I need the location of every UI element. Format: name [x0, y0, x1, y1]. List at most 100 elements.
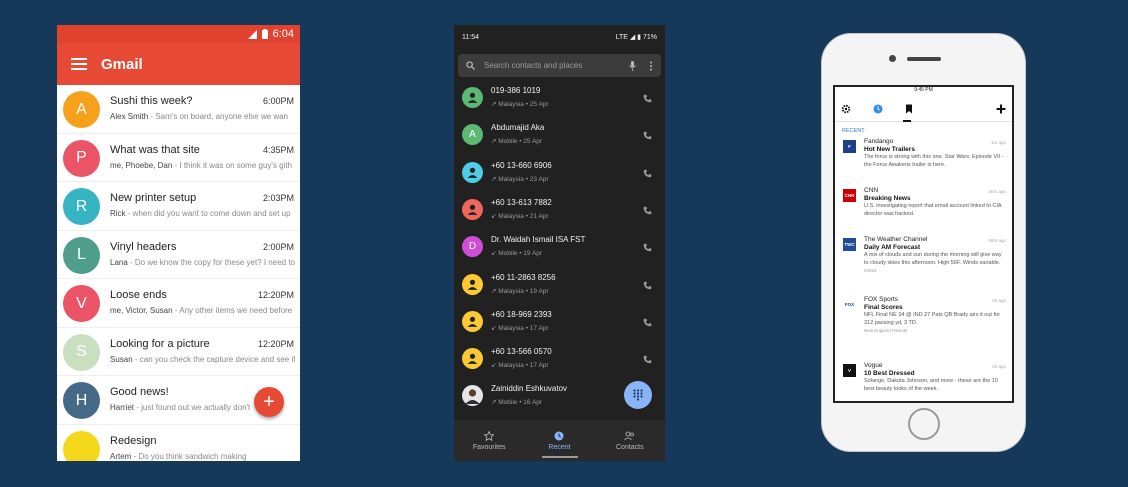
email-sender: Susan — [110, 354, 133, 364]
email-time: 4:35PM — [262, 144, 294, 155]
publisher-logo: FOX — [843, 298, 856, 311]
call-button[interactable] — [643, 351, 652, 369]
email-subject: Vinyl headers — [110, 240, 177, 253]
email-subject: Loose ends — [110, 289, 167, 301]
email-sender: me, Phoebe, Dan — [110, 160, 173, 170]
search-bar[interactable]: Search contacts and places — [458, 54, 661, 77]
contact-avatar: A — [462, 124, 483, 146]
news-item[interactable]: CNN 20m ago CNN Breaking News U.S. investiga… — [835, 187, 1012, 236]
recent-call-item[interactable]: 019-386 1019 ↗ Malaysia • 25 Apr — [454, 81, 665, 118]
news-meta: New England Patriots — [864, 328, 908, 333]
email-list-item[interactable]: R New printer setup 2:03PM Rick - when did … — [57, 182, 300, 231]
recent-call-item[interactable]: +60 13-660 6906 ↗ Malaysia • 23 Apr — [454, 156, 665, 193]
news-item[interactable]: TWC 58m ago The Weather Channel Daily AM Fo… — [835, 236, 1012, 296]
tab-favourites[interactable]: Favourites — [454, 420, 524, 461]
call-detail: ↙ Malaysia • 21 Apr — [491, 212, 549, 220]
iphone-screen: 9:45 PM RECENT F 1m ago Fandango Hot New Tr… — [833, 85, 1014, 403]
news-body: U.S. investigating report that email acc… — [864, 203, 1002, 217]
home-button[interactable] — [908, 408, 940, 440]
call-button[interactable] — [643, 314, 652, 332]
news-source: Vogue — [864, 362, 883, 369]
contact-name: +60 18-969 2393 — [491, 309, 552, 319]
email-list-item[interactable]: P What was that site 4:35PM me, Phoebe, Dan… — [57, 134, 300, 182]
recent-call-item[interactable]: D Dr. Waidah Ismail ISA FST ↙ Mobile • 19 … — [454, 230, 665, 267]
email-sender: Lana — [110, 257, 128, 267]
news-toolbar — [835, 96, 1012, 122]
call-button[interactable] — [643, 277, 652, 295]
tab-recent[interactable]: Recent — [524, 420, 594, 461]
ios-status-time: 9:45 PM — [914, 87, 933, 93]
contact-avatar — [462, 310, 483, 332]
person-icon — [467, 204, 478, 215]
dialer-bottom-nav: Favourites Recent Contacts — [454, 420, 665, 461]
microphone-icon[interactable] — [629, 60, 636, 71]
call-button[interactable] — [643, 165, 652, 183]
news-title: Final Scores — [864, 304, 903, 311]
gmail-status-time: 6:04 — [272, 28, 294, 40]
sender-avatar: A — [63, 91, 100, 128]
settings-gear-icon[interactable] — [841, 104, 851, 114]
recent-call-item[interactable]: +60 13-613 7882 ↙ Malaysia • 21 Apr — [454, 193, 665, 230]
email-sender: Alex Smith — [110, 112, 149, 121]
bookmark-icon[interactable] — [905, 104, 913, 114]
recent-call-item[interactable]: +60 11-2863 8256 ↗ Malaysia • 19 Apr — [454, 268, 665, 305]
email-sender: me, Victor, Susan — [110, 306, 173, 315]
tab-favourites-label: Favourites — [472, 443, 506, 451]
dialer-status-time: 11:54 — [462, 33, 479, 41]
news-time: 5h ago — [992, 298, 1006, 303]
email-subject: Sushi this week? — [110, 95, 193, 107]
call-button[interactable] — [643, 90, 652, 108]
person-icon — [467, 353, 478, 365]
contact-name: +60 13-566 0570 — [491, 347, 552, 357]
call-icon — [643, 169, 652, 177]
email-snippet-text: - Do you think sandwich making — [131, 451, 247, 461]
email-snippet: me, Victor, Susan - Any other items we n… — [110, 306, 295, 315]
add-icon[interactable] — [996, 104, 1006, 114]
dialer-phone-screen: 11:54 LTE ◢ ▮ 71% Search contacts and pl… — [454, 25, 665, 461]
recent-call-item[interactable]: A Abdumajid Aka ↗ Mobile • 25 Apr — [454, 118, 665, 155]
more-options-icon[interactable] — [649, 61, 653, 71]
news-item[interactable]: F 1m ago Fandango Hot New Trailers The force… — [835, 138, 1012, 187]
call-button[interactable] — [643, 127, 652, 145]
call-icon — [643, 206, 652, 215]
email-snippet-text: - can you check the capture device and s… — [132, 354, 295, 364]
dialpad-icon — [633, 389, 643, 401]
email-snippet: Susan - can you check the capture device… — [110, 355, 295, 364]
sender-avatar — [63, 430, 100, 461]
email-list-item[interactable]: A Sushi this week? 6:00PM Alex Smith - Sam'… — [57, 85, 300, 134]
dialer-status-indicators: LTE ◢ ▮ 71% — [615, 34, 657, 41]
email-list-item[interactable]: Redesign Artem - Do you think sandwich ma… — [57, 425, 300, 461]
sender-avatar: H — [63, 382, 100, 419]
email-snippet: Artem - Do you think sandwich making — [110, 452, 295, 461]
recent-clock-icon[interactable] — [873, 104, 883, 114]
news-source: CNN — [864, 187, 879, 194]
contact-photo — [462, 385, 483, 407]
menu-icon[interactable] — [71, 58, 87, 70]
call-button[interactable] — [643, 239, 652, 257]
publisher-logo: TWC — [843, 238, 856, 251]
compose-button[interactable]: + — [254, 387, 284, 417]
news-item[interactable]: V 5h ago Vogue 10 Best Dressed Solange, Dako… — [835, 362, 1012, 401]
contact-name: +60 13-660 6906 — [491, 160, 552, 170]
recent-call-item[interactable]: +60 13-566 0570 ↙ Malaysia • 17 Apr — [454, 342, 665, 379]
app-title: Gmail — [101, 55, 143, 73]
news-item[interactable]: FOX 5h ago FOX Sports Final Scores NFL Final… — [835, 296, 1012, 362]
email-list-item[interactable]: S Looking for a picture 12:20PM Susan - can… — [57, 328, 300, 376]
contact-name: +60 13-613 7882 — [491, 197, 552, 207]
gmail-app-bar: Gmail — [57, 43, 300, 85]
star-icon — [484, 430, 495, 441]
email-time: 2:00PM — [262, 241, 294, 252]
email-list-item[interactable]: V Loose ends 12:20PM me, Victor, Susan - An… — [57, 279, 300, 328]
news-meta: 94024 — [864, 268, 877, 273]
email-list-item[interactable]: L Vinyl headers 2:00PM Lana - Do we know th… — [57, 231, 300, 279]
tab-contacts[interactable]: Contacts — [595, 420, 665, 461]
call-detail: ↗ Malaysia • 23 Apr — [491, 175, 549, 183]
active-tab-indicator — [903, 120, 911, 122]
email-time: 12:20PM — [257, 338, 294, 349]
contact-avatar: D — [462, 236, 483, 258]
dialpad-button[interactable] — [624, 381, 652, 409]
news-source: The Weather Channel — [864, 236, 928, 243]
call-button[interactable] — [643, 202, 652, 220]
sender-avatar: P — [63, 139, 100, 177]
recent-call-item[interactable]: +60 18-969 2393 ↙ Malaysia • 17 Apr — [454, 305, 665, 342]
